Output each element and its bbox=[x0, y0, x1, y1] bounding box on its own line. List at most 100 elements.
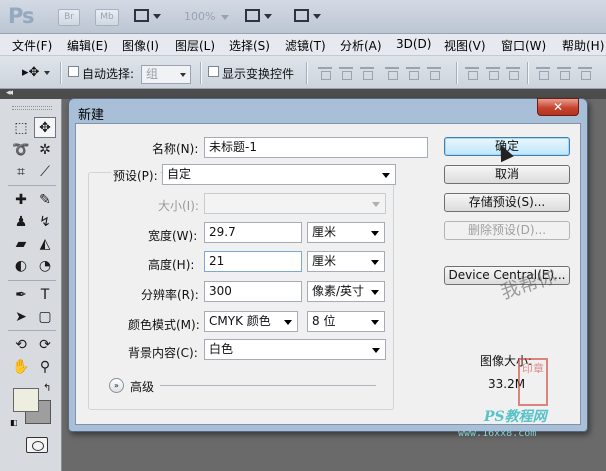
name-label: 名称(N): bbox=[152, 142, 199, 156]
swap-colors-icon[interactable]: ↰ bbox=[43, 383, 51, 394]
resolution-input[interactable]: 300 bbox=[204, 281, 302, 302]
advanced-expand-icon[interactable]: » bbox=[109, 378, 124, 393]
brush-tool-icon[interactable]: ✎ bbox=[34, 189, 56, 210]
width-unit-dropdown[interactable]: 厘米 bbox=[307, 222, 385, 243]
quick-mask-icon[interactable] bbox=[26, 437, 48, 453]
type-tool-icon[interactable]: T bbox=[34, 284, 56, 305]
align-right-icon[interactable] bbox=[427, 65, 441, 80]
foreground-color-swatch[interactable] bbox=[13, 388, 39, 412]
save-preset-button[interactable]: 存储预设(S)... bbox=[444, 193, 570, 212]
menu-help[interactable]: 帮助(H) bbox=[562, 37, 604, 54]
move-tool-preset-icon[interactable]: ▸✥ bbox=[22, 65, 39, 80]
bit-depth-chevron-down-icon bbox=[371, 320, 379, 325]
auto-select-target-value: 组 bbox=[146, 67, 159, 81]
move-tool-icon[interactable]: ✥ bbox=[34, 117, 56, 138]
auto-select-target-dropdown[interactable]: 组 bbox=[141, 65, 191, 84]
tools-panel-grip[interactable] bbox=[12, 106, 52, 110]
shape-tool-icon[interactable]: ▢ bbox=[34, 306, 56, 327]
screen-mode-icon[interactable] bbox=[294, 8, 322, 26]
distribute-right-icon[interactable] bbox=[578, 65, 592, 80]
zoom-tool-icon[interactable]: ⚲ bbox=[34, 356, 56, 377]
lasso-tool-icon[interactable]: ➰ bbox=[10, 139, 32, 160]
zoom-chevron-down-icon[interactable] bbox=[221, 15, 229, 20]
quick-selection-tool-icon[interactable]: ✲ bbox=[34, 139, 56, 160]
cancel-button[interactable]: 取消 bbox=[444, 165, 570, 184]
color-mode-dropdown[interactable]: CMYK 颜色 bbox=[204, 311, 298, 332]
launch-bridge-button[interactable]: Br bbox=[58, 9, 80, 26]
blur-tool-icon[interactable]: ◐ bbox=[10, 255, 32, 276]
preset-dropdown[interactable]: 自定 bbox=[162, 164, 396, 185]
distribute-bottom-icon[interactable] bbox=[506, 65, 520, 80]
menu-analysis[interactable]: 分析(A) bbox=[340, 37, 382, 54]
tool-preset-chevron-down-icon[interactable] bbox=[44, 71, 50, 75]
preset-label: 预设(P): bbox=[111, 167, 160, 184]
collapse-panel-icon[interactable]: ◂◂ bbox=[6, 88, 13, 98]
dodge-tool-icon[interactable]: ◔ bbox=[34, 255, 56, 276]
advanced-divider bbox=[160, 385, 376, 386]
site-watermark-url: www.16xx8.com bbox=[458, 428, 537, 439]
site-watermark-logo: PS教程网 bbox=[484, 409, 547, 425]
menu-layer[interactable]: 图层(L) bbox=[175, 37, 215, 54]
app-titlebar: Ps Br Mb 100% bbox=[0, 0, 606, 34]
clone-stamp-tool-icon[interactable]: ♟ bbox=[10, 211, 32, 232]
menu-edit[interactable]: 编辑(E) bbox=[67, 37, 108, 54]
close-icon[interactable]: ✕ bbox=[537, 98, 579, 116]
color-mode-value: CMYK 颜色 bbox=[209, 314, 271, 328]
history-brush-tool-icon[interactable]: ↯ bbox=[34, 211, 56, 232]
distribute-horizontal-center-icon[interactable] bbox=[557, 65, 571, 80]
tools-separator bbox=[8, 330, 56, 331]
height-unit-dropdown[interactable]: 厘米 bbox=[307, 251, 385, 272]
menu-3d[interactable]: 3D(D) bbox=[396, 37, 431, 51]
menu-view[interactable]: 视图(V) bbox=[444, 37, 486, 54]
menu-select[interactable]: 选择(S) bbox=[229, 37, 270, 54]
menu-file[interactable]: 文件(F) bbox=[12, 37, 52, 54]
3d-rotate-tool-icon[interactable]: ⟲ bbox=[10, 334, 32, 355]
align-horizontal-center-icon[interactable] bbox=[406, 65, 420, 80]
width-input[interactable]: 29.7 bbox=[204, 222, 302, 243]
zoom-level[interactable]: 100% bbox=[184, 10, 215, 23]
menu-window[interactable]: 窗口(W) bbox=[501, 37, 546, 54]
align-bottom-icon[interactable] bbox=[360, 65, 374, 80]
3d-orbit-tool-icon[interactable]: ⟳ bbox=[34, 334, 56, 355]
show-transform-controls-checkbox[interactable] bbox=[208, 66, 219, 77]
crop-tool-icon[interactable]: ⌗ bbox=[10, 161, 32, 182]
arrange-documents-icon[interactable] bbox=[245, 8, 273, 26]
resolution-label: 分辨率(R): bbox=[141, 288, 199, 302]
preset-chevron-down-icon bbox=[382, 173, 390, 178]
eraser-tool-icon[interactable]: ▰ bbox=[10, 233, 32, 254]
color-mode-label: 颜色模式(M): bbox=[128, 318, 200, 332]
menu-filter[interactable]: 滤镜(T) bbox=[285, 37, 326, 54]
menu-image[interactable]: 图像(I) bbox=[122, 37, 159, 54]
advanced-label[interactable]: 高级 bbox=[130, 378, 154, 395]
size-dropdown[interactable] bbox=[204, 193, 386, 214]
color-mode-chevron-down-icon bbox=[284, 320, 292, 325]
path-selection-tool-icon[interactable]: ➤ bbox=[10, 306, 32, 327]
eyedropper-tool-icon[interactable]: ⟋ bbox=[34, 161, 56, 182]
name-input[interactable]: 未标题-1 bbox=[204, 137, 428, 158]
background-contents-value: 白色 bbox=[209, 342, 234, 356]
options-separator bbox=[527, 62, 529, 84]
height-input[interactable]: 21 bbox=[204, 251, 302, 272]
distribute-left-icon[interactable] bbox=[536, 65, 550, 80]
view-extras-icon[interactable] bbox=[134, 8, 162, 26]
background-contents-dropdown[interactable]: 白色 bbox=[204, 339, 386, 360]
hand-tool-icon[interactable]: ✋ bbox=[10, 356, 32, 377]
align-top-icon[interactable] bbox=[318, 65, 332, 80]
background-contents-label: 背景内容(C): bbox=[128, 346, 198, 360]
height-unit-value: 厘米 bbox=[312, 254, 337, 268]
resolution-unit-dropdown[interactable]: 像素/英寸 bbox=[307, 281, 385, 302]
default-colors-icon[interactable]: ◧ bbox=[10, 418, 18, 427]
marquee-tool-icon[interactable]: ⬚ bbox=[10, 117, 32, 138]
pen-tool-icon[interactable]: ✒ bbox=[10, 284, 32, 305]
spot-healing-tool-icon[interactable]: ✚ bbox=[10, 189, 32, 210]
distribute-vertical-center-icon[interactable] bbox=[486, 65, 500, 80]
bit-depth-dropdown[interactable]: 8 位 bbox=[307, 311, 385, 332]
align-vertical-center-icon[interactable] bbox=[339, 65, 353, 80]
paint-bucket-tool-icon[interactable]: ◭ bbox=[34, 233, 56, 254]
align-left-icon[interactable] bbox=[385, 65, 399, 80]
preset-value: 自定 bbox=[167, 167, 192, 181]
distribute-top-icon[interactable] bbox=[465, 65, 479, 80]
launch-minibridge-button[interactable]: Mb bbox=[95, 9, 119, 26]
auto-select-checkbox[interactable] bbox=[68, 66, 79, 77]
height-unit-chevron-down-icon bbox=[371, 260, 379, 265]
